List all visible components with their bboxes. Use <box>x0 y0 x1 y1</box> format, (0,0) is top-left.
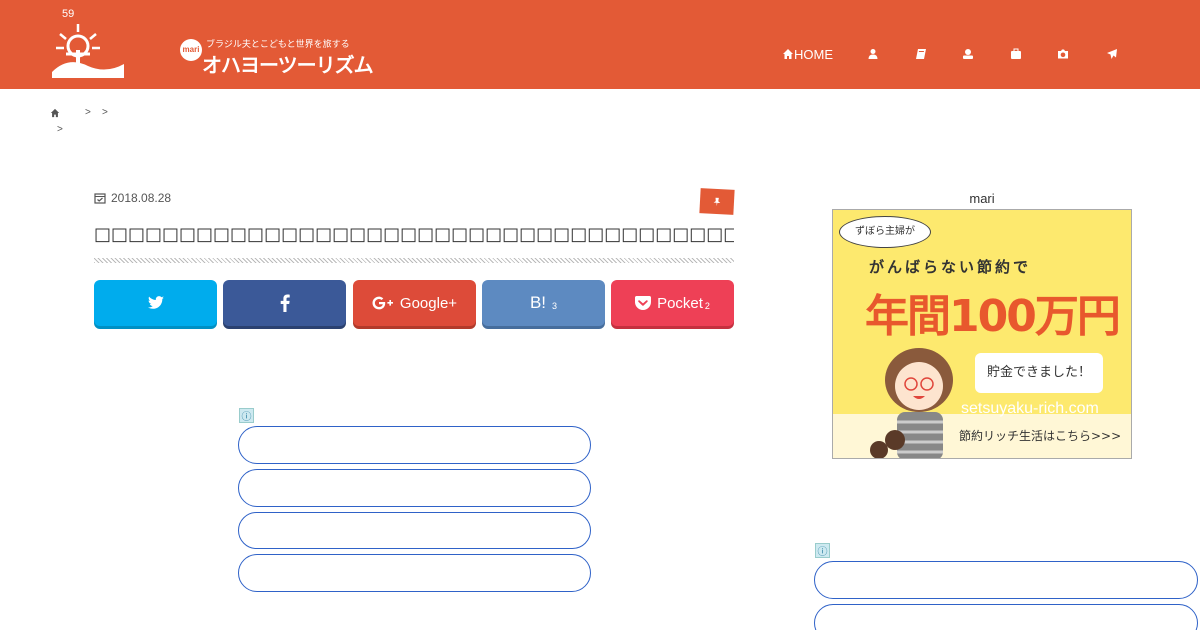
pin-icon <box>713 197 721 206</box>
ad-link-button[interactable] <box>238 469 591 507</box>
breadcrumb-separator: > <box>85 107 91 118</box>
nav-flight[interactable] <box>1106 44 1118 64</box>
category-badge[interactable] <box>699 188 735 215</box>
family-icon <box>963 49 973 59</box>
share-googleplus-label: Google+ <box>399 294 458 312</box>
banner-domain: setsuyaku-rich.com <box>961 400 1099 417</box>
nav-photo[interactable] <box>1057 44 1069 64</box>
banner-amount: 年間100万円 <box>865 291 1121 342</box>
share-pocket-count: 2 <box>704 301 710 311</box>
sun-palm-logo-icon <box>52 24 124 78</box>
breadcrumb-home[interactable] <box>50 108 60 121</box>
nav-blog[interactable] <box>915 44 927 64</box>
plane-icon <box>1107 49 1117 59</box>
calendar-check-icon <box>94 193 106 204</box>
suitcase-icon <box>1011 48 1021 59</box>
share-hatena-count: 3 <box>552 301 558 311</box>
home-icon <box>50 108 60 118</box>
site-header: 59 mari ブラジル夫とこどもと世界を旅する オハヨーツーリズム HOME <box>0 0 1200 89</box>
banner-cta: 節約リッチ生活はこちら>>> <box>959 429 1122 443</box>
banner-speech-bubble: ずぼら主婦が <box>839 216 931 248</box>
ad-link-button[interactable] <box>238 512 591 549</box>
site-logo[interactable]: mari ブラジル夫とこどもと世界を旅する オハヨーツーリズム <box>48 20 374 82</box>
ad-link-button[interactable] <box>814 604 1198 630</box>
share-twitter-button[interactable] <box>94 280 217 326</box>
twitter-icon <box>147 296 164 309</box>
post-title: □□□□□□□□□□□□□□□□□□□□□□□□□□□□□□□□□□□□□□□□… <box>94 224 734 245</box>
user-icon <box>868 49 878 59</box>
share-hatena-button[interactable]: B! 3 <box>482 280 605 326</box>
sidebar-author-name: mari <box>969 191 995 206</box>
breadcrumb-separator: > <box>102 107 108 118</box>
nav-profile[interactable] <box>867 44 879 64</box>
ad-link-button[interactable] <box>238 426 591 464</box>
facebook-icon <box>280 294 290 312</box>
sidebar-banner-ad[interactable]: ずぼら主婦が がんばらない節約で 年間100万円 貯金できました！ setsuy… <box>832 209 1132 459</box>
banner-headline: がんばらない節約で <box>869 258 1032 276</box>
share-hatena-label: B! <box>529 293 547 312</box>
ad-info-icon[interactable]: ⓘ <box>815 543 830 558</box>
ad-info-icon[interactable]: ⓘ <box>239 408 254 423</box>
nav-family[interactable] <box>962 44 974 64</box>
nav-home[interactable]: HOME <box>782 44 833 64</box>
breadcrumb-separator: > <box>57 124 63 135</box>
title-divider <box>94 258 734 263</box>
nav-travel[interactable] <box>1010 44 1022 64</box>
post-date-text: 2018.08.28 <box>111 191 172 205</box>
ad-link-button[interactable] <box>814 561 1198 599</box>
share-googleplus-button[interactable]: Google+ <box>353 280 476 326</box>
pocket-icon <box>635 296 652 310</box>
ad-link-button[interactable] <box>238 554 591 592</box>
share-pocket-button[interactable]: Pocket 2 <box>611 280 734 326</box>
book-icon <box>916 49 926 59</box>
camera-icon <box>1058 49 1068 59</box>
share-facebook-button[interactable] <box>223 280 346 326</box>
banner-speech-box: 貯金できました！ <box>975 353 1103 393</box>
post-date: 2018.08.28 <box>94 191 171 205</box>
share-pocket-label: Pocket <box>657 294 703 312</box>
visit-counter: 59 <box>62 8 75 20</box>
housewife-illustration-icon <box>870 348 953 458</box>
home-icon <box>783 49 793 59</box>
logo-site-name: オハヨーツーリズム <box>202 53 374 77</box>
logo-mari-badge: mari <box>180 39 202 61</box>
google-plus-icon <box>372 296 393 310</box>
nav-home-label: HOME <box>794 46 833 62</box>
